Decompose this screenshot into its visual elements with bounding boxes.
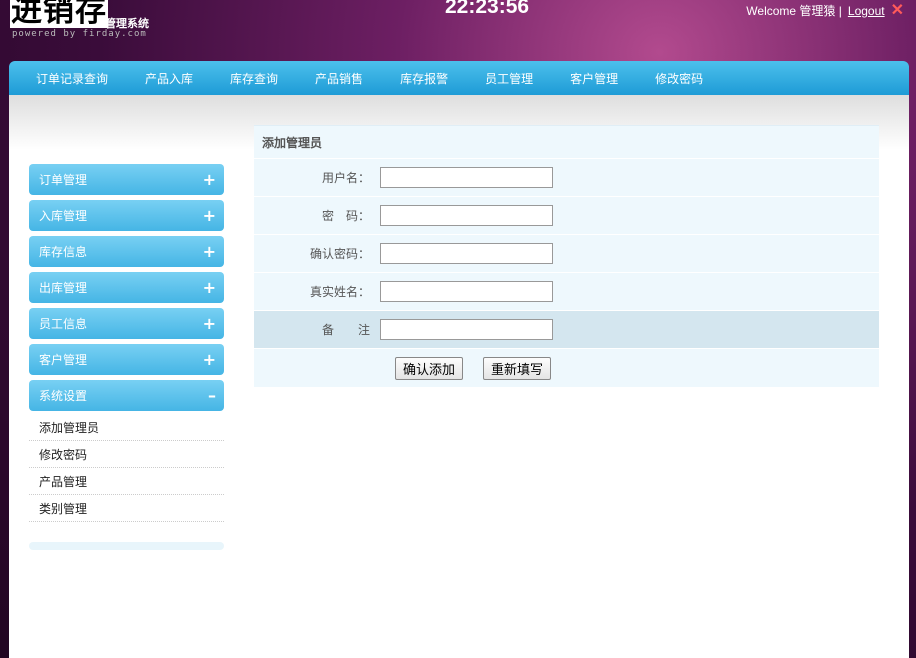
sidebar-group-label: 库存信息 <box>39 245 88 259</box>
plus-icon: + <box>202 242 216 261</box>
plus-icon: + <box>202 170 216 189</box>
remarks-label: 备 注 <box>321 323 370 337</box>
main-content: 订单管理 + 入库管理 + 库存信息 + 出库管理 + 员工信息 + 客户管理 … <box>9 95 909 658</box>
sidebar-group-inventory[interactable]: 库存信息 + <box>29 236 224 267</box>
sidebar-group-stock-out[interactable]: 出库管理 + <box>29 272 224 303</box>
form-row-real-name: 真实姓名： <box>254 273 879 311</box>
minus-icon: – <box>208 386 216 405</box>
password-label: 密 码： <box>321 209 370 223</box>
nav-item-inventory-query[interactable]: 库存查询 <box>230 70 278 87</box>
reset-button[interactable]: 重新填写 <box>483 356 552 380</box>
sidebar: 订单管理 + 入库管理 + 库存信息 + 出库管理 + 员工信息 + 客户管理 … <box>29 164 224 550</box>
sidebar-group-system-settings[interactable]: 系统设置 – <box>29 380 224 411</box>
form-buttons: 确认添加 重新填写 <box>254 349 879 387</box>
confirm-password-input[interactable] <box>380 243 553 264</box>
nav-item-change-password[interactable]: 修改密码 <box>655 70 703 87</box>
plus-icon: + <box>202 206 216 225</box>
sidebar-group-label: 出库管理 <box>39 281 88 295</box>
add-admin-form: 添加管理员 用户名： 密 码： 确认密码： 真实姓名： 备 注 确认添加 重新填… <box>254 125 879 387</box>
sidebar-group-employees[interactable]: 员工信息 + <box>29 308 224 339</box>
nav-item-product-stock-in[interactable]: 产品入库 <box>145 70 193 87</box>
form-title: 添加管理员 <box>254 125 879 159</box>
sidebar-item-category-mgmt[interactable]: 类别管理 <box>29 495 224 522</box>
sidebar-group-customers[interactable]: 客户管理 + <box>29 344 224 375</box>
form-row-username: 用户名： <box>254 159 879 197</box>
sidebar-group-label: 入库管理 <box>39 209 88 223</box>
form-row-password: 密 码： <box>254 197 879 235</box>
confirm-password-label: 确认密码： <box>309 247 370 261</box>
sidebar-item-change-password[interactable]: 修改密码 <box>29 441 224 468</box>
nav-item-product-sales[interactable]: 产品销售 <box>315 70 363 87</box>
sidebar-group-label: 客户管理 <box>39 353 88 367</box>
welcome-text: Welcome 管理猿 | <box>746 4 842 18</box>
sidebar-footer <box>29 542 224 550</box>
logo: 进销存 <box>10 0 108 28</box>
logout-link[interactable]: Logout <box>848 4 885 18</box>
plus-icon: + <box>202 314 216 333</box>
sidebar-item-product-mgmt[interactable]: 产品管理 <box>29 468 224 495</box>
plus-icon: + <box>202 278 216 297</box>
nav-item-order-records[interactable]: 订单记录查询 <box>36 70 108 87</box>
sidebar-item-add-admin[interactable]: 添加管理员 <box>29 414 224 441</box>
password-input[interactable] <box>380 205 553 226</box>
real-name-label: 真实姓名： <box>309 285 370 299</box>
sidebar-group-label: 员工信息 <box>39 317 88 331</box>
powered-by-text: powered by firday.com <box>12 29 147 39</box>
close-icon[interactable]: ✕ <box>891 2 904 18</box>
form-row-remarks: 备 注 <box>254 311 879 349</box>
nav-item-customer-mgmt[interactable]: 客户管理 <box>570 70 618 87</box>
system-settings-submenu: 添加管理员 修改密码 产品管理 类别管理 <box>29 414 224 522</box>
nav-item-employee-mgmt[interactable]: 员工管理 <box>485 70 533 87</box>
welcome-area: Welcome 管理猿 | Logout ✕ <box>746 2 904 19</box>
sidebar-group-stock-in[interactable]: 入库管理 + <box>29 200 224 231</box>
sidebar-group-label: 系统设置 <box>39 389 88 403</box>
username-label: 用户名： <box>321 171 370 185</box>
top-nav: 订单记录查询 产品入库 库存查询 产品销售 库存报警 员工管理 客户管理 修改密… <box>9 61 909 95</box>
plus-icon: + <box>202 350 216 369</box>
username-input[interactable] <box>380 167 553 188</box>
sidebar-group-label: 订单管理 <box>39 173 88 187</box>
sidebar-group-orders[interactable]: 订单管理 + <box>29 164 224 195</box>
form-row-confirm-password: 确认密码： <box>254 235 879 273</box>
remarks-input[interactable] <box>380 319 553 340</box>
clock: 22:23:56 <box>445 0 530 18</box>
nav-item-inventory-alert[interactable]: 库存报警 <box>400 70 448 87</box>
real-name-input[interactable] <box>380 281 553 302</box>
confirm-add-button[interactable]: 确认添加 <box>395 356 464 380</box>
